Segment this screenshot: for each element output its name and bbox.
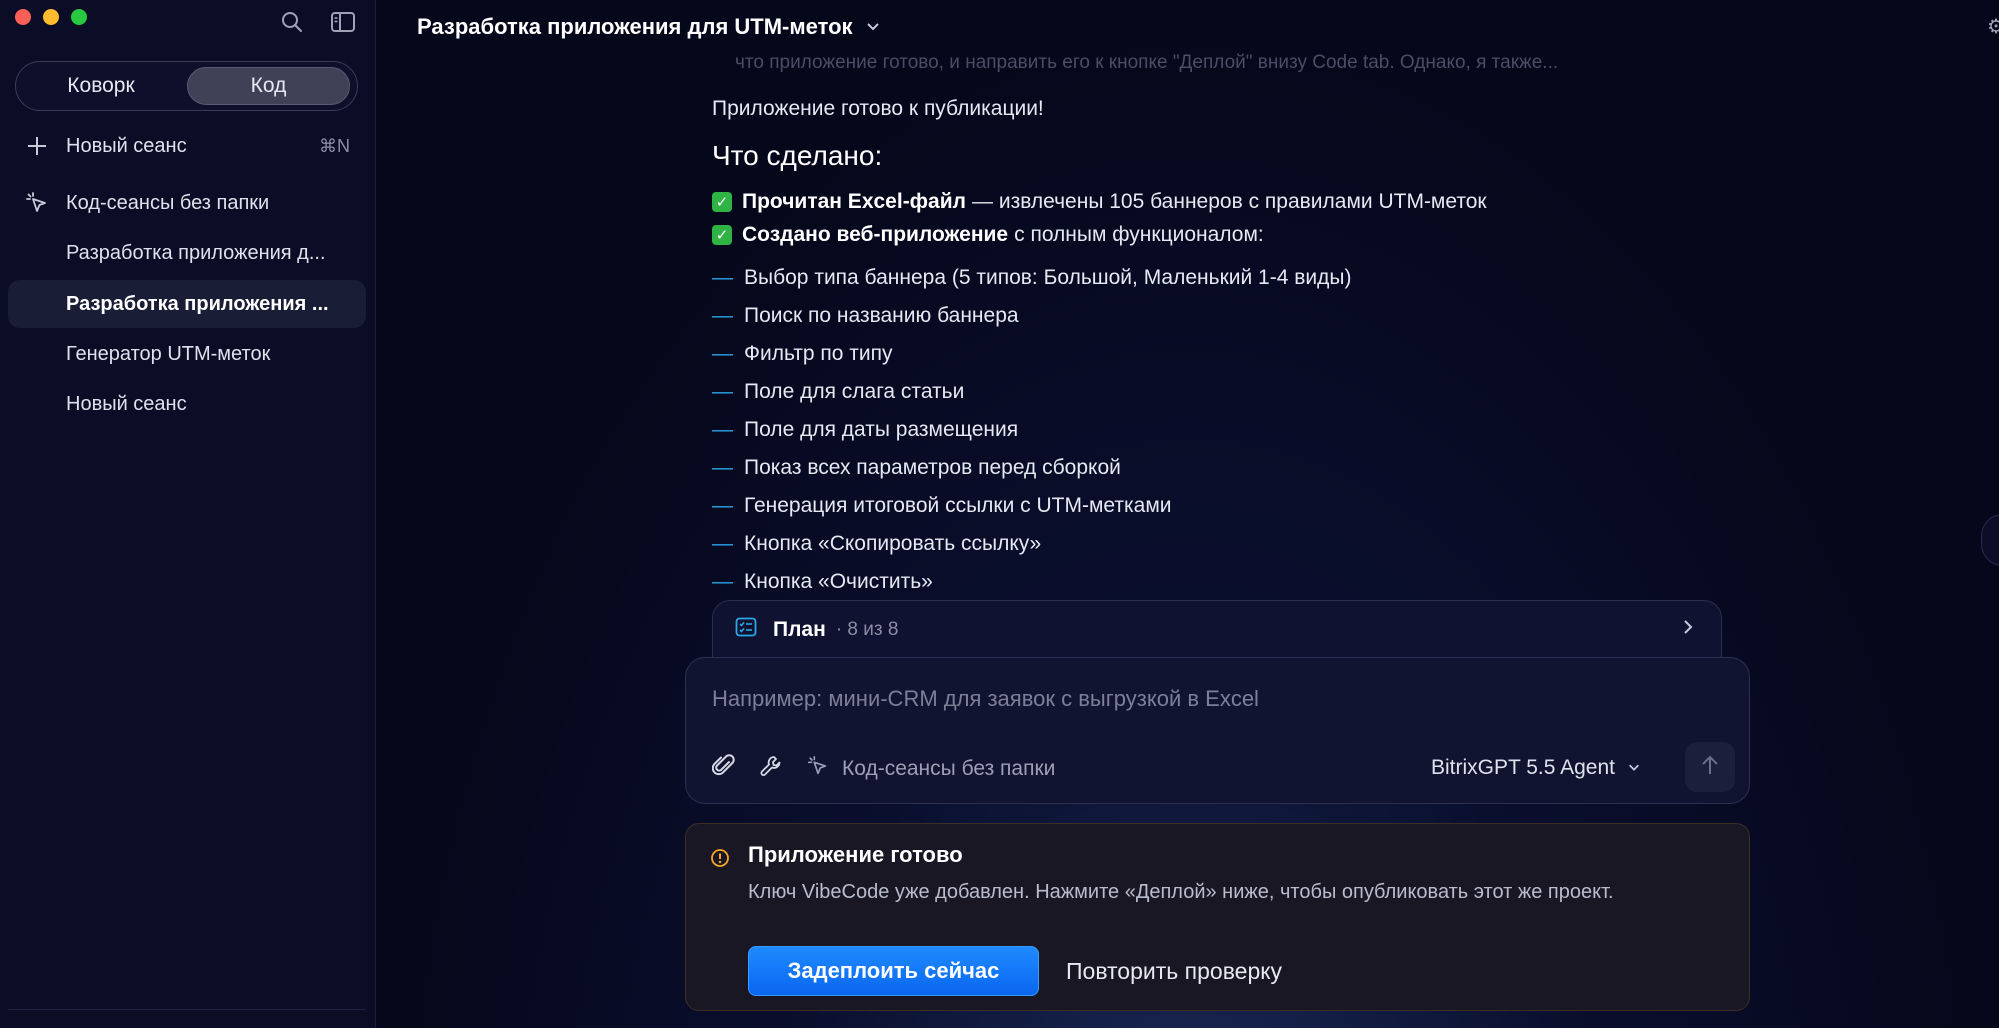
feature-text: Кнопка «Скопировать ссылку» [744, 532, 1042, 555]
session-item-3[interactable]: Генератор UTM-меток [8, 330, 366, 378]
done-heading: Что сделано: [712, 140, 883, 171]
dash-marker: — [712, 570, 733, 593]
search-icon[interactable] [280, 10, 304, 34]
chevron-down-icon [1627, 756, 1641, 780]
check-item-bold: Создано веб-приложение [742, 223, 1009, 246]
feature-text: Показ всех параметров перед сборкой [744, 456, 1121, 479]
zoom-window-button[interactable] [71, 9, 87, 25]
dash-marker: — [712, 418, 733, 441]
model-name: BitrixGPT 5.5 Agent [1430, 756, 1615, 779]
feature-item: — Поле для слага статьи [712, 380, 964, 404]
session-title-dropdown[interactable]: Разработка приложения для UTM-меток [417, 14, 881, 40]
check-item: ✓ Прочитан Excel-файл — извлечены 105 ба… [712, 190, 1487, 214]
feature-text: Поле для слага статьи [744, 380, 965, 403]
model-selector[interactable]: BitrixGPT 5.5 Agent [1431, 756, 1641, 780]
deploy-notice: Приложение готово Ключ VibeCode уже доба… [685, 823, 1750, 1011]
session-item-2[interactable]: Разработка приложения ... [8, 280, 366, 328]
faded-message: что приложение готово, и направить его к… [735, 52, 1559, 73]
side-panel-handle[interactable] [1981, 514, 1999, 566]
minimize-window-button[interactable] [43, 9, 59, 25]
mode-switch: Коворк Код [15, 61, 358, 111]
dash-marker: — [712, 494, 733, 517]
sidebar: Коворк Код Новый сеанс ⌘N Код-сеансы без… [0, 0, 376, 1028]
new-session-button[interactable]: Новый сеанс ⌘N [8, 122, 366, 170]
session-item-1[interactable]: Разработка приложения д... [8, 229, 366, 277]
dash-marker: — [712, 456, 733, 479]
notice-text: Ключ VibeCode уже добавлен. Нажмите «Деп… [748, 881, 1614, 903]
feature-item: — Выбор типа баннера (5 типов: Большой, М… [712, 266, 1351, 290]
feature-text: Генерация итоговой ссылки с UTM-метками [744, 494, 1172, 517]
plan-label: План [773, 617, 826, 641]
feature-item: — Поиск по названию баннера [712, 304, 1019, 328]
warning-icon [710, 848, 730, 873]
check-item-text: с полным функционалом: [1014, 223, 1264, 246]
session-item-4[interactable]: Новый сеанс [8, 380, 366, 428]
sidebar-divider [8, 1009, 366, 1010]
ready-message: Приложение готово к публикации! [712, 97, 1044, 120]
chevron-right-icon [1681, 618, 1695, 641]
session-title: Разработка приложения для UTM-меток [417, 14, 853, 39]
plan-card[interactable]: План · 8 из 8 [712, 600, 1722, 658]
main-panel: Разработка приложения для UTM-меток ⚙ чт… [377, 0, 1999, 1028]
dash-marker: — [712, 532, 733, 555]
sidebar-toggle-icon[interactable] [330, 10, 356, 34]
feature-text: Кнопка «Очистить» [744, 570, 933, 593]
check-item-text: — извлечены 105 баннеров с правилами UTM… [972, 190, 1487, 213]
send-button[interactable] [1685, 742, 1735, 792]
notice-title: Приложение готово [748, 842, 963, 867]
plan-count: · 8 из 8 [835, 618, 899, 640]
dash-marker: — [712, 342, 733, 365]
dash-marker: — [712, 304, 733, 327]
feature-text: Фильтр по типу [744, 342, 893, 365]
paperclip-icon[interactable] [711, 753, 736, 784]
checkmark-icon: ✓ [712, 192, 732, 212]
retry-check-button[interactable]: Повторить проверку [1066, 946, 1282, 996]
checkmark-icon: ✓ [712, 225, 732, 245]
feature-item: — Генерация итоговой ссылки с UTM-метками [712, 494, 1172, 518]
new-session-label: Новый сеанс [66, 134, 187, 157]
close-window-button[interactable] [15, 9, 31, 25]
sidebar-toolbar [280, 10, 356, 34]
deploy-now-button[interactable]: Задеплоить сейчас [748, 946, 1039, 996]
dash-marker: — [712, 380, 733, 403]
folder-row[interactable]: Код-сеансы без папки [8, 179, 366, 227]
dash-marker: — [712, 266, 733, 289]
feature-item: — Поле для даты размещения [712, 418, 1018, 442]
folder-selector[interactable]: Код-сеансы без папки [842, 757, 1055, 781]
sparkle-cursor-icon [806, 754, 830, 783]
chevron-down-icon [865, 14, 881, 40]
mode-coworking-button[interactable]: Коворк [22, 67, 180, 105]
check-item: ✓ Создано веб-приложение с полным функци… [712, 223, 1264, 247]
feature-item: — Фильтр по типу [712, 342, 893, 366]
folder-label: Код-сеансы без папки [66, 191, 270, 214]
check-item-bold: Прочитан Excel-файл [742, 190, 966, 213]
feature-item: — Кнопка «Скопировать ссылку» [712, 532, 1041, 556]
sparkle-cursor-icon [8, 190, 66, 216]
message-composer: Например: мини-CRM для заявок с выгрузко… [685, 657, 1750, 804]
arrow-up-icon [1701, 754, 1719, 781]
feature-item: — Кнопка «Очистить» [712, 570, 933, 594]
new-session-shortcut: ⌘N [319, 135, 350, 156]
checklist-icon [735, 617, 757, 642]
window-controls [15, 9, 87, 25]
feature-item: — Показ всех параметров перед сборкой [712, 456, 1121, 480]
feature-text: Поле для даты размещения [744, 418, 1019, 441]
message-input[interactable]: Например: мини-CRM для заявок с выгрузко… [712, 686, 1259, 712]
composer-tools: Код-сеансы без папки [711, 753, 1055, 784]
wrench-icon[interactable] [758, 753, 784, 784]
feature-text: Поиск по названию баннера [744, 304, 1019, 327]
mode-code-button[interactable]: Код [187, 67, 350, 105]
settings-icon[interactable]: ⚙ [1987, 14, 1999, 39]
feature-text: Выбор типа баннера (5 типов: Большой, Ма… [744, 266, 1352, 289]
plus-icon [8, 135, 66, 157]
